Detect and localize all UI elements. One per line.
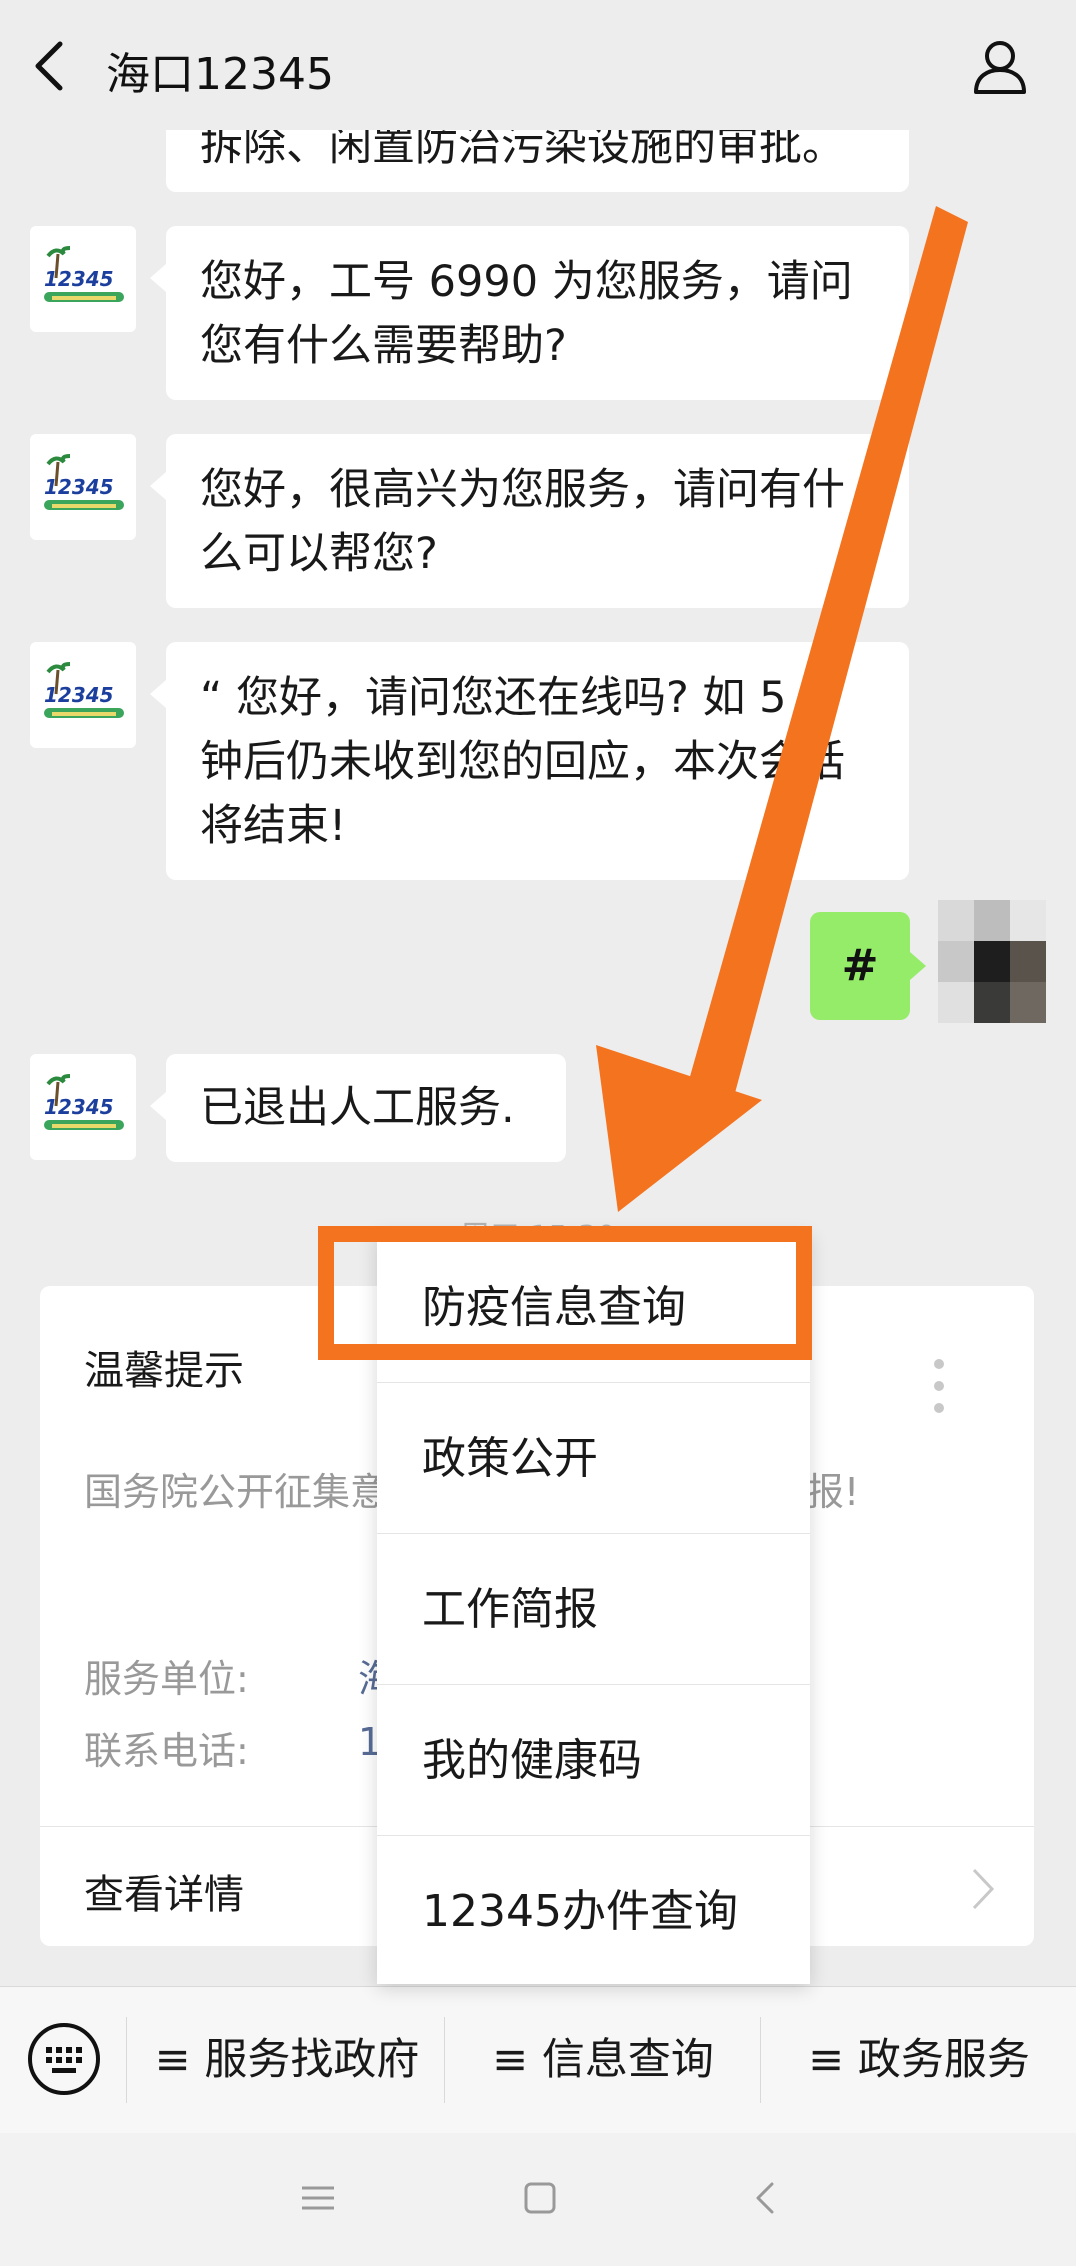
avatar[interactable]: 12345 (30, 226, 136, 332)
menu-info-query[interactable]: ≡ 信息查询 (446, 1987, 760, 2133)
svg-text:12345: 12345 (44, 475, 114, 499)
message-text: 已退出人工服务. (200, 1083, 515, 1133)
self-chat-bubble: # (810, 912, 926, 1020)
chat-bubble: 您好，很高兴为您服务，请问有什么可以帮您? (150, 434, 909, 608)
back-arrow-icon[interactable] (30, 36, 70, 96)
menu-service-gov[interactable]: ≡ 服务找政府 (130, 1987, 444, 2133)
menu-icon[interactable] (298, 2178, 338, 2218)
menu-item-health-code[interactable]: 我的健康码 (377, 1685, 810, 1836)
view-details-link[interactable]: 查看详情 (84, 1862, 244, 1920)
page-title: 海口12345 (106, 49, 334, 100)
chevron-right-icon (972, 1868, 995, 1910)
menu-separator (126, 2017, 127, 2103)
home-icon[interactable] (520, 2178, 560, 2218)
chat-header: 海口12345 (0, 0, 1076, 130)
message-text: 您好，很高兴为您服务，请问有什么可以帮您? (200, 465, 845, 579)
chat-bubble: 您好，工号 6990 为您服务，请问您有什么需要帮助? (150, 226, 909, 400)
avatar[interactable]: 12345 (30, 434, 136, 540)
message-text: “ 您好，请问您还在线吗? 如 5 分钟后仍未收到您的回应，本次会话将结束! (200, 673, 845, 851)
phone-label: 联系电话: (84, 1729, 249, 1773)
profile-icon[interactable] (970, 36, 1030, 96)
more-options-icon[interactable] (932, 1356, 946, 1416)
menu-item-policy[interactable]: 政策公开 (377, 1383, 810, 1534)
avatar[interactable]: 12345 (30, 1054, 136, 1160)
svg-text:12345: 12345 (44, 267, 114, 291)
chat-bubble: “ 您好，请问您还在线吗? 如 5 分钟后仍未收到您的回应，本次会话将结束! (150, 642, 909, 880)
keyboard-icon[interactable] (26, 2021, 102, 2097)
back-icon[interactable] (746, 2178, 786, 2218)
service-menu-bar: ≡ 服务找政府 ≡ 信息查询 ≡ 政务服务 (0, 1986, 1076, 2133)
svg-text:12345: 12345 (44, 683, 114, 707)
avatar[interactable]: 12345 (30, 642, 136, 748)
menu-item-work-brief[interactable]: 工作简报 (377, 1534, 810, 1685)
self-avatar[interactable] (938, 900, 1046, 1024)
svg-text:12345: 12345 (44, 1095, 114, 1119)
menu-separator (444, 2017, 445, 2103)
menu-separator (760, 2017, 761, 2103)
message-text: 您好，工号 6990 为您服务，请问您有什么需要帮助? (200, 257, 853, 371)
system-nav-bar (0, 2132, 1076, 2266)
card-title: 温馨提示 (84, 1348, 244, 1394)
highlight-box (318, 1226, 812, 1360)
chat-bubble: 已退出人工服务. (150, 1054, 566, 1162)
service-unit-label: 服务单位: (84, 1657, 249, 1701)
menu-item-case-query[interactable]: 12345办件查询 (377, 1836, 810, 1987)
menu-gov-service[interactable]: ≡ 政务服务 (762, 1987, 1076, 2133)
